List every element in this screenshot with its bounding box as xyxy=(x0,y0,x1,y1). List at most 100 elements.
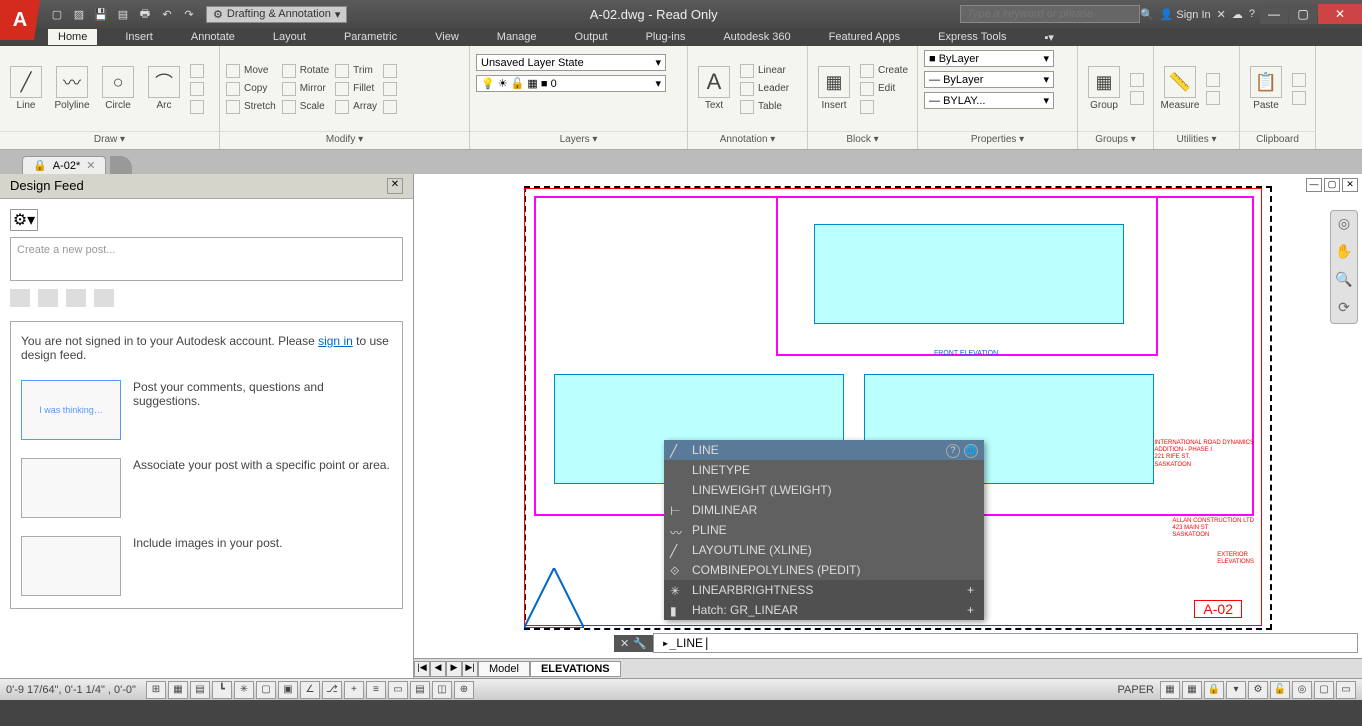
leader-button[interactable]: Leader xyxy=(740,82,789,96)
paste-button[interactable]: 📋Paste xyxy=(1246,66,1286,111)
panel-groups-title[interactable]: Groups ▾ xyxy=(1078,131,1153,149)
panel-draw-title[interactable]: Draw ▾ xyxy=(0,131,219,149)
tab-output[interactable]: Output xyxy=(565,29,618,45)
lineweight-dropdown[interactable]: — BYLAY...▾ xyxy=(924,92,1054,109)
design-feed-settings-icon[interactable]: ⚙▾ xyxy=(10,209,38,231)
measure-button[interactable]: 📏Measure xyxy=(1160,66,1200,111)
sb-dyn-icon[interactable]: + xyxy=(344,681,364,699)
sb-polar-icon[interactable]: ✳ xyxy=(234,681,254,699)
new-icon[interactable]: ▢ xyxy=(48,5,66,23)
ac-globe-icon[interactable]: 🌐 xyxy=(964,444,978,458)
tab-parametric[interactable]: Parametric xyxy=(334,29,407,45)
ac-help-icon[interactable]: ? xyxy=(946,444,960,458)
maximize-button[interactable]: ▢ xyxy=(1289,4,1317,24)
close-button[interactable]: ✕ xyxy=(1318,4,1362,24)
ac-item[interactable]: ╱LAYOUTLINE (XLINE) xyxy=(664,540,984,560)
app-menu-icon[interactable]: A xyxy=(0,0,40,40)
sb-sc-icon[interactable]: ◫ xyxy=(432,681,452,699)
panel-layers-title[interactable]: Layers ▾ xyxy=(470,131,687,149)
undo-icon[interactable]: ↶ xyxy=(158,5,176,23)
tab-view[interactable]: View xyxy=(425,29,469,45)
sb-toolbar-icon[interactable]: 🔓 xyxy=(1270,681,1290,699)
plot-icon[interactable]: 🖶 xyxy=(136,5,154,23)
df-people-icon[interactable] xyxy=(66,289,86,307)
df-pin-icon[interactable] xyxy=(38,289,58,307)
array-button[interactable]: Array xyxy=(335,100,377,114)
file-tab-active[interactable]: 🔒A-02*✕ xyxy=(22,156,106,174)
open-icon[interactable]: ▨ xyxy=(70,5,88,23)
tab-featured[interactable]: Featured Apps xyxy=(819,29,911,45)
layer-dropdown[interactable]: 💡 ☀ 🔓 ▦ ■ 0▾ xyxy=(476,75,666,92)
close-tab-icon[interactable]: ✕ xyxy=(86,159,95,172)
search-submit-icon[interactable]: 🔍 xyxy=(1140,8,1154,21)
fillet-button[interactable]: Fillet xyxy=(335,82,377,96)
ac-item[interactable]: LINETYPE xyxy=(664,460,984,480)
design-feed-close-icon[interactable]: ✕ xyxy=(387,178,403,194)
layout-tab-model[interactable]: Model xyxy=(478,661,530,677)
nav-orbit-icon[interactable]: ⟳ xyxy=(1334,299,1354,319)
ac-item[interactable]: LINEWEIGHT (LWEIGHT) xyxy=(664,480,984,500)
df-select-icon[interactable] xyxy=(10,289,30,307)
tab-autodesk360[interactable]: Autodesk 360 xyxy=(713,29,800,45)
insert-button[interactable]: ▦Insert xyxy=(814,66,854,111)
cloud-icon[interactable]: ☁ xyxy=(1232,8,1243,21)
layer-state-dropdown[interactable]: Unsaved Layer State▾ xyxy=(476,54,666,71)
tab-manage[interactable]: Manage xyxy=(487,29,547,45)
sb-qp-icon[interactable]: ▤ xyxy=(410,681,430,699)
block-edit-button[interactable]: Edit xyxy=(860,82,908,96)
ac-item[interactable]: ⟐COMBINEPOLYLINES (PEDIT) xyxy=(664,560,984,580)
df-image-icon[interactable] xyxy=(94,289,114,307)
command-input[interactable]: ▸_ LINE| xyxy=(653,633,1358,653)
text-button[interactable]: AText xyxy=(694,66,734,111)
cmd-close-icon[interactable]: ✕ xyxy=(620,637,629,650)
sb-iso-icon[interactable]: ▢ xyxy=(1314,681,1334,699)
sb-ann-scale-icon[interactable]: 🔒 xyxy=(1204,681,1224,699)
sb-ducs-icon[interactable]: ⎇ xyxy=(322,681,342,699)
dimlinear-button[interactable]: Linear xyxy=(740,64,789,78)
tab-home[interactable]: Home xyxy=(48,29,97,45)
tab-plugins[interactable]: Plug-ins xyxy=(636,29,696,45)
linetype-dropdown[interactable]: — ByLayer▾ xyxy=(924,71,1054,88)
lt-prev-icon[interactable]: ◀ xyxy=(430,661,446,677)
lt-next-icon[interactable]: ▶ xyxy=(446,661,462,677)
rotate-button[interactable]: Rotate xyxy=(282,64,329,78)
saveas-icon[interactable]: ▤ xyxy=(114,5,132,23)
ac-item[interactable]: ▮Hatch: GR_LINEAR+ xyxy=(664,600,984,620)
sb-clean-icon[interactable]: ▭ xyxy=(1336,681,1356,699)
circle-button[interactable]: ○Circle xyxy=(98,66,138,111)
group-button[interactable]: ▦Group xyxy=(1084,66,1124,111)
layout-tab-elevations[interactable]: ELEVATIONS xyxy=(530,661,621,677)
sb-ws-icon[interactable]: ⚙ xyxy=(1248,681,1268,699)
vp-min-icon[interactable]: — xyxy=(1306,178,1322,192)
redo-icon[interactable]: ↷ xyxy=(180,5,198,23)
arc-button[interactable]: ⌒Arc xyxy=(144,66,184,111)
ac-item[interactable]: ⊢DIMLINEAR xyxy=(664,500,984,520)
block-create-button[interactable]: Create xyxy=(860,64,908,78)
tab-annotate[interactable]: Annotate xyxy=(181,29,245,45)
sb-qvd-icon[interactable]: ▦ xyxy=(1182,681,1202,699)
new-post-input[interactable]: Create a new post... xyxy=(10,237,403,281)
color-dropdown[interactable]: ■ ByLayer▾ xyxy=(924,50,1054,67)
vp-close-icon[interactable]: ✕ xyxy=(1342,178,1358,192)
infocenter-search[interactable] xyxy=(960,5,1140,23)
sb-infer-icon[interactable]: ⊞ xyxy=(146,681,166,699)
signin-button[interactable]: 👤 Sign In xyxy=(1160,8,1211,21)
sb-qv-icon[interactable]: ▦ xyxy=(1160,681,1180,699)
mirror-button[interactable]: Mirror xyxy=(282,82,329,96)
lt-last-icon[interactable]: ▶| xyxy=(462,661,478,677)
help-icon[interactable]: ? xyxy=(1249,8,1255,20)
sb-lwt-icon[interactable]: ≡ xyxy=(366,681,386,699)
nav-pan-icon[interactable]: ✋ xyxy=(1334,243,1354,263)
sb-hw-icon[interactable]: ◎ xyxy=(1292,681,1312,699)
exchange-icon[interactable]: ✕ xyxy=(1217,8,1226,21)
polyline-button[interactable]: 〰Polyline xyxy=(52,66,92,111)
sb-snap-icon[interactable]: ▦ xyxy=(168,681,188,699)
paper-toggle[interactable]: PAPER xyxy=(1118,684,1154,696)
workspace-dropdown[interactable]: ⚙ Drafting & Annotation ▾ xyxy=(206,6,347,23)
cmd-config-icon[interactable]: 🔧 xyxy=(633,637,647,650)
move-button[interactable]: Move xyxy=(226,64,276,78)
tab-express[interactable]: Express Tools xyxy=(928,29,1016,45)
line-button[interactable]: ╱Line xyxy=(6,66,46,111)
copy-button[interactable]: Copy xyxy=(226,82,276,96)
new-tab-button[interactable] xyxy=(110,156,132,174)
